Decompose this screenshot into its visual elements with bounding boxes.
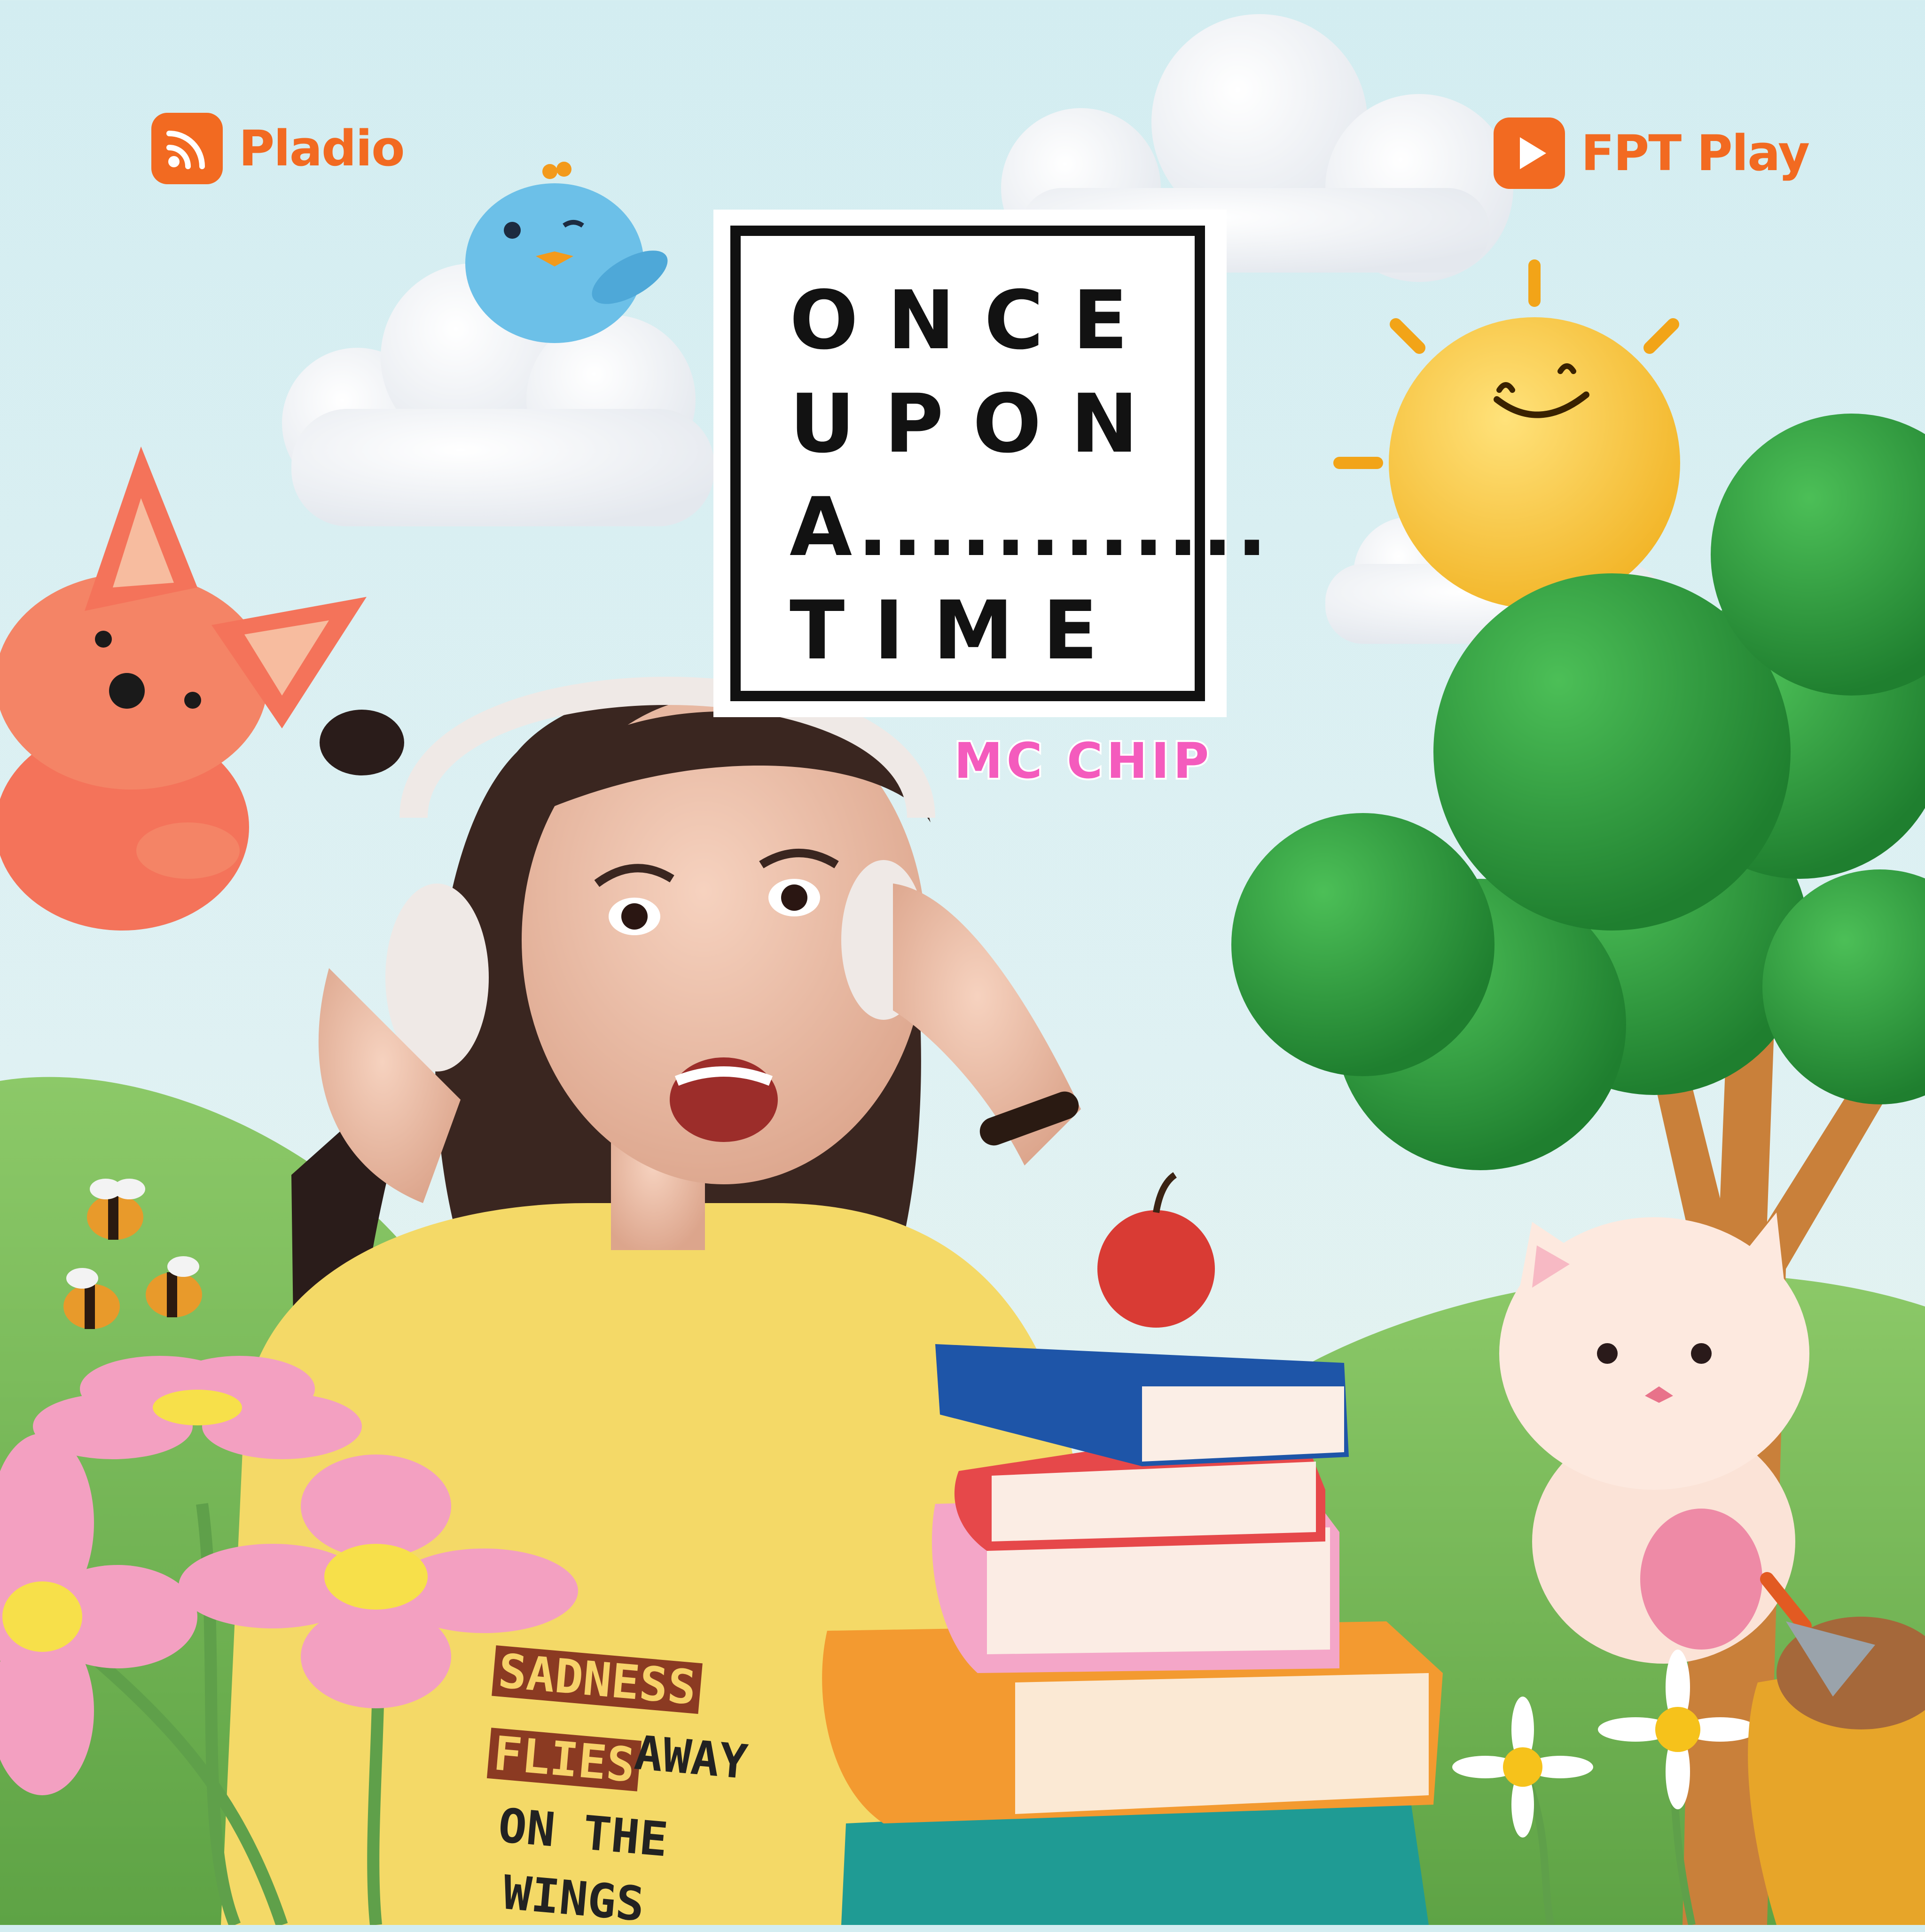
pladio-label: Pladio	[239, 120, 405, 177]
fpt-play-logo[interactable]: FPT Play	[1494, 117, 1810, 189]
bird	[465, 162, 668, 343]
host-name: MC CHIP	[952, 730, 1213, 791]
fox	[0, 446, 367, 931]
title-line-3: A............	[790, 480, 1271, 574]
play-icon	[1494, 117, 1565, 189]
show-title-card: ONCE UPON A............ TIME	[713, 210, 1267, 717]
shirt-word-2: FLIES	[486, 1726, 642, 1793]
pladio-logo[interactable]: Pladio	[151, 113, 405, 184]
title-line-4: TIME	[790, 583, 1127, 678]
title-line-1: ONCE	[790, 273, 1157, 368]
shirt-word-5: WINGS	[501, 1865, 647, 1932]
shirt-word-3: AWAY	[632, 1725, 750, 1790]
fpt-play-label: FPT Play	[1581, 125, 1810, 182]
shirt-word-4: ON THE	[496, 1798, 670, 1868]
title-line-2: UPON	[790, 376, 1167, 471]
podcast-feed-icon	[151, 113, 223, 184]
